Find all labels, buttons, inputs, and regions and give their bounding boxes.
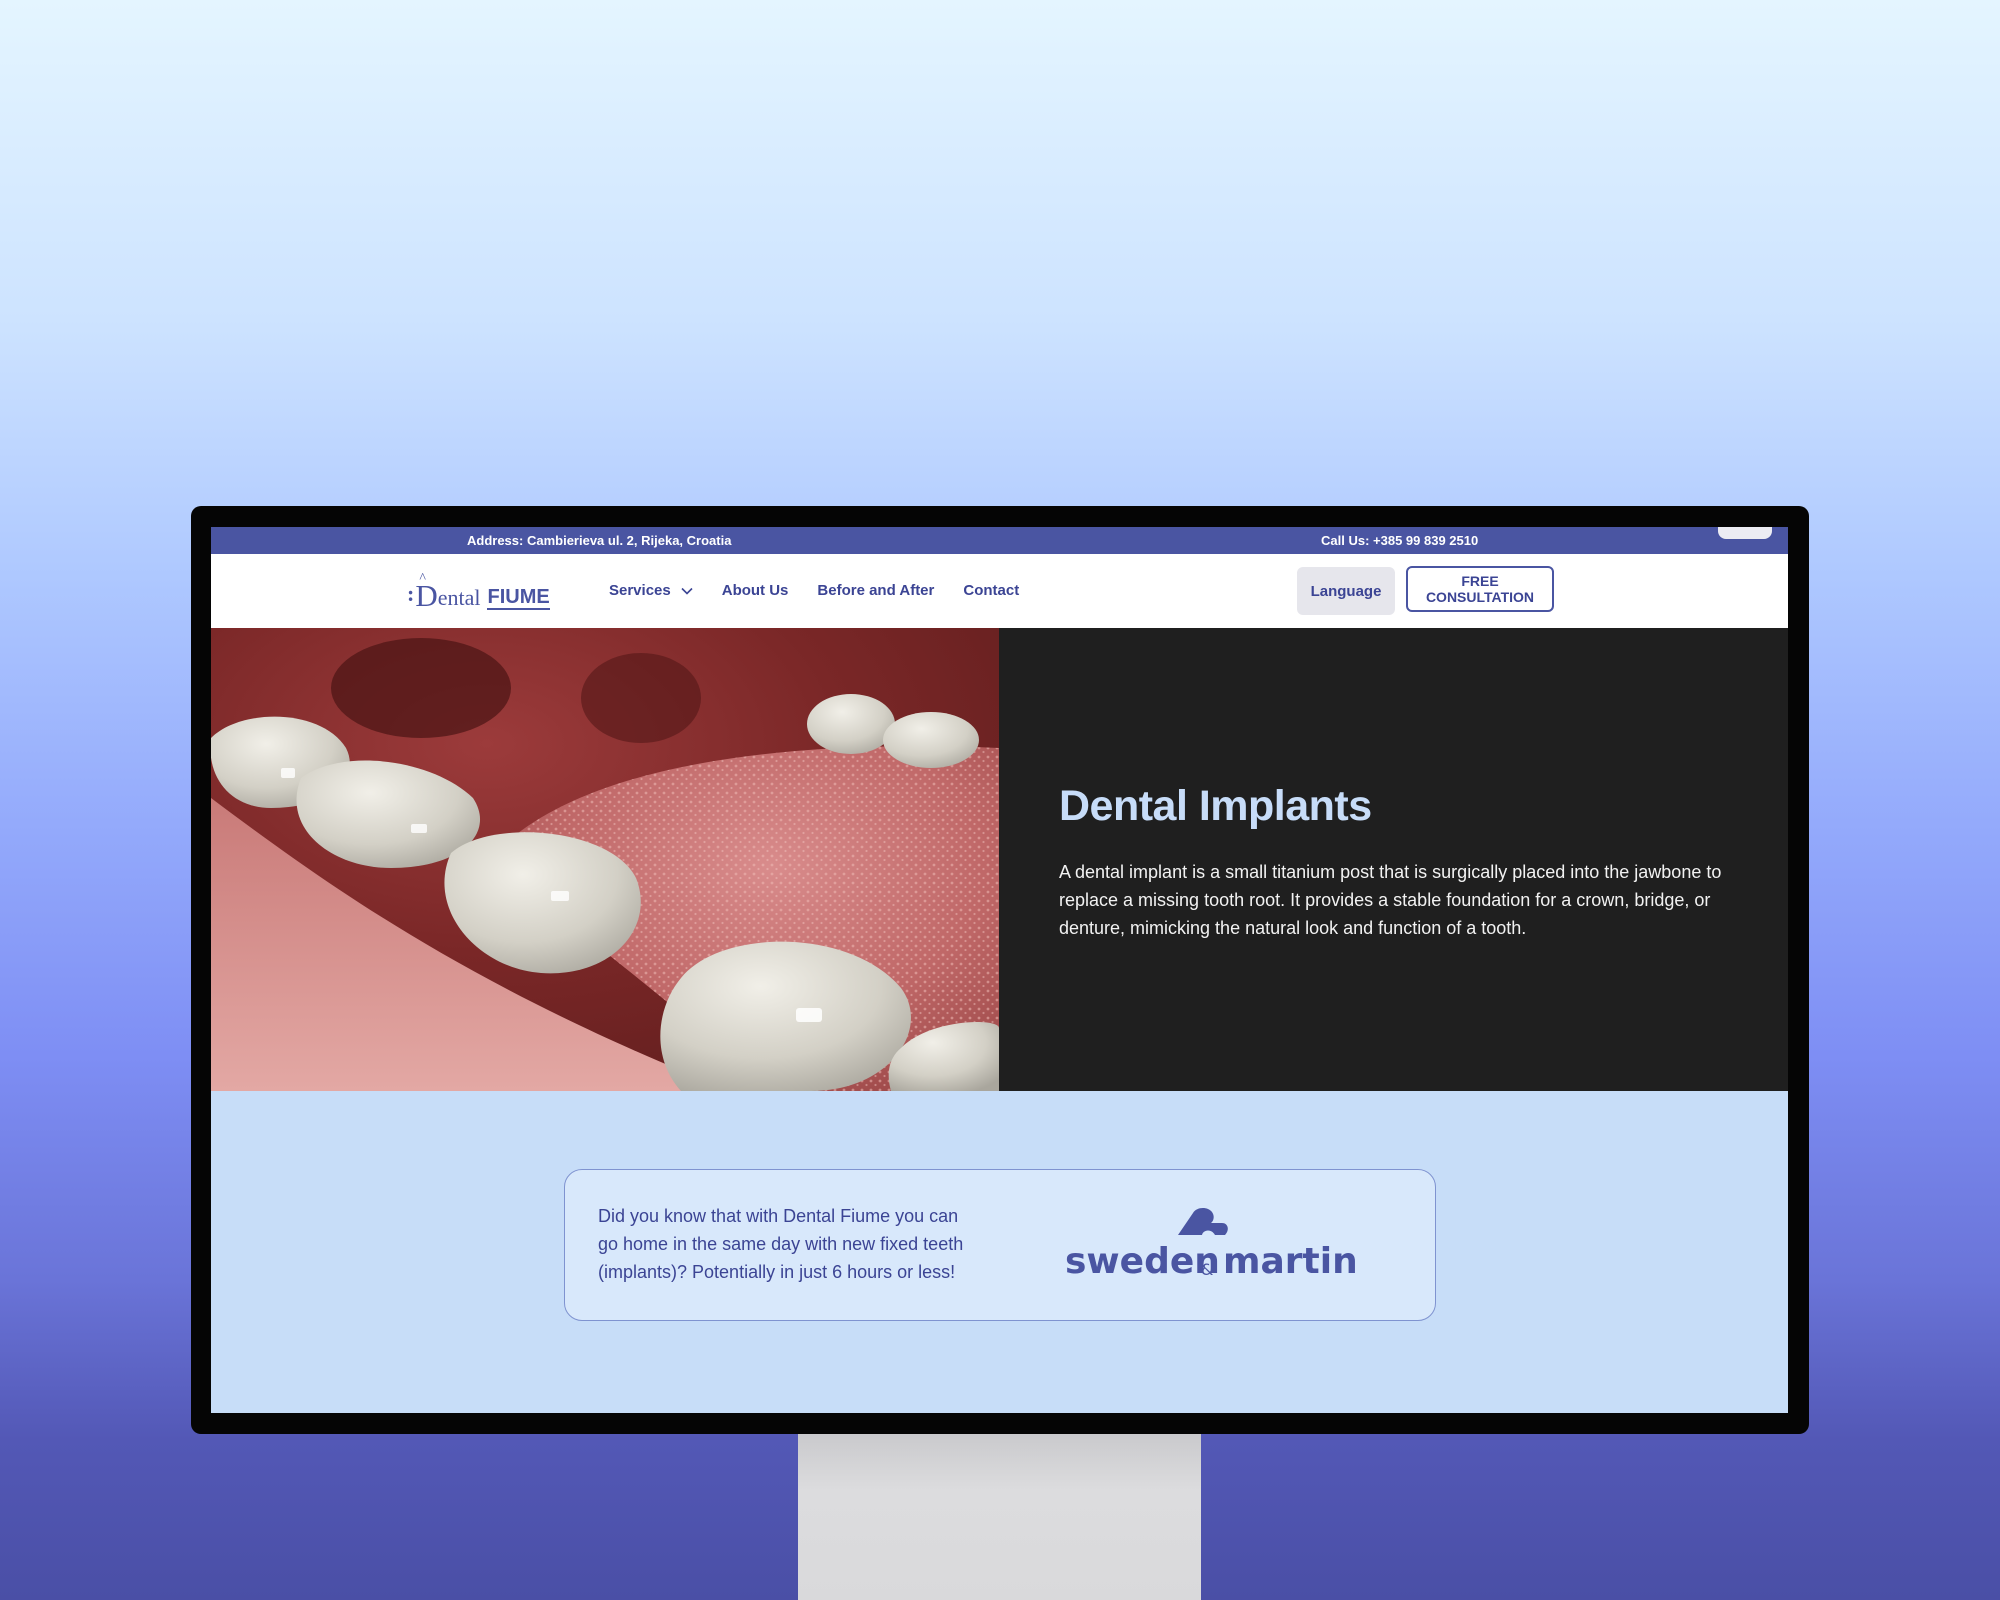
nav-item-label: Services [609,582,671,599]
nav-item-about-us[interactable]: About Us [722,582,789,599]
info-card: Did you know that with Dental Fiume you … [564,1169,1436,1321]
website-screen: Address: Cambierieva ul. 2, Rijeka, Croa… [211,527,1788,1413]
logo-d: ^ D [415,572,437,612]
nav-item-services[interactable]: Services [609,582,693,599]
nav-item-contact[interactable]: Contact [963,582,1019,599]
address-text: Address: Cambierieva ul. 2, Rijeka, Croa… [467,533,732,548]
logo-fiume: FIUME [487,586,550,610]
nav-item-label: Contact [963,582,1020,599]
logo-swoosh-icon [1178,1208,1228,1235]
corner-tab[interactable] [1718,527,1772,539]
logo-hat-icon: ^ [419,571,426,586]
hero-teeth-image [211,628,999,1091]
partner-left: sweden [1065,1241,1220,1282]
hero-title: Dental Implants [1059,782,1372,830]
info-text: Did you know that with Dental Fiume you … [598,1206,964,1282]
language-button[interactable]: Language [1297,567,1395,615]
partner-right: martina [1223,1241,1355,1282]
site-logo[interactable]: : ^ D ental FIUME [407,571,550,611]
chevron-down-icon [681,587,693,595]
free-consultation-button[interactable]: FREE CONSULTATION [1406,566,1554,612]
hero-panel: Dental Implants A dental implant is a sm… [999,628,1788,1091]
hero-description: A dental implant is a small titanium pos… [1059,862,1722,938]
nav-item-label: About Us [721,582,789,599]
phone-text[interactable]: Call Us: +385 99 839 2510 [1321,533,1478,548]
monitor-stand [798,1432,1201,1600]
nav-links: Services About Us Before and After Conta… [609,582,1048,599]
nav-item-before-and-after[interactable]: Before and After [817,582,934,599]
main-nav: : ^ D ental FIUME Services About Us Befor… [211,554,1788,628]
top-info-bar: Address: Cambierieva ul. 2, Rijeka, Croa… [211,527,1788,554]
nav-item-label: Before and After [817,582,935,599]
logo-ental: ental [437,585,481,610]
teeth-illustration [211,628,999,1091]
partner-amp: & [1201,1260,1213,1279]
sweden-martina-logo: sweden & martina [1065,1208,1355,1282]
logo-dots: : [407,581,415,606]
